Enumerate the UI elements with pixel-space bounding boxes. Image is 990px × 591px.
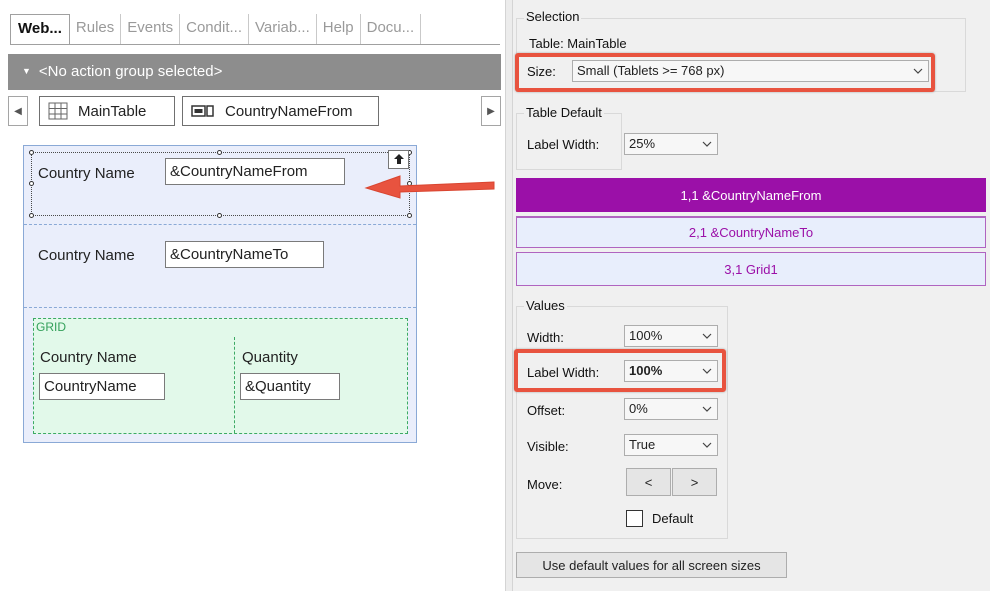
row-separator <box>24 307 416 308</box>
label-width-label: Label Width: <box>527 365 600 380</box>
grid-countryname-field[interactable]: CountryName <box>39 373 165 400</box>
chevron-left-icon: ◀ <box>14 105 22 117</box>
cell-3-1[interactable]: 3,1 Grid1 <box>516 252 986 286</box>
arrow-left-icon <box>364 175 495 199</box>
tab-help[interactable]: Help <box>317 14 361 44</box>
action-group-bar[interactable]: ▼ <No action group selected> <box>8 54 501 90</box>
grid-quantity-field[interactable]: &Quantity <box>240 373 340 400</box>
selection-group-title: Selection <box>524 9 582 24</box>
country-name-to-field[interactable]: &CountryNameTo <box>165 241 324 268</box>
default-checkbox[interactable] <box>626 510 643 527</box>
move-left-button[interactable]: < <box>626 468 671 496</box>
tab-rules[interactable]: Rules <box>70 14 122 44</box>
breadcrumb-label: MainTable <box>78 102 147 120</box>
select-value: 100% <box>629 363 663 378</box>
chevron-down-icon <box>699 333 715 339</box>
table-default-label-width-label: Label Width: <box>527 137 600 152</box>
resize-handle[interactable] <box>217 150 222 155</box>
textbox-icon <box>191 104 215 118</box>
width-label: Width: <box>527 330 564 345</box>
chevron-down-icon <box>699 141 715 147</box>
select-parent-button[interactable] <box>388 150 409 169</box>
size-select-value: Small (Tablets >= 768 px) <box>577 63 725 78</box>
chevron-down-icon <box>910 68 926 74</box>
table-default-title: Table Default <box>524 105 604 120</box>
tab-documentation[interactable]: Docu... <box>361 14 422 44</box>
table-grid-icon <box>48 102 68 120</box>
breadcrumb-next-button[interactable]: ▶ <box>481 96 501 126</box>
visible-label: Visible: <box>527 439 569 454</box>
chevron-down-icon <box>699 406 715 412</box>
tab-web-form[interactable]: Web... <box>10 14 70 44</box>
select-value: 0% <box>629 401 648 416</box>
triangle-down-icon: ▼ <box>22 66 31 76</box>
select-value: 100% <box>629 328 663 343</box>
tab-variables[interactable]: Variab... <box>249 14 317 44</box>
chevron-down-icon <box>699 442 715 448</box>
tab-divider <box>10 44 500 45</box>
country-name-label: Country Name <box>38 165 135 182</box>
use-default-values-button[interactable]: Use default values for all screen sizes <box>516 552 787 578</box>
select-value: True <box>629 437 656 452</box>
country-name-label: Country Name <box>38 247 135 264</box>
selected-table-label: Table: MainTable <box>529 36 627 51</box>
move-label: Move: <box>527 477 563 492</box>
resize-handle[interactable] <box>217 213 222 218</box>
action-group-label: <No action group selected> <box>38 63 223 80</box>
breadcrumb-item-countrynamefrom[interactable]: CountryNameFrom <box>182 96 379 126</box>
resize-handle[interactable] <box>407 213 412 218</box>
tab-strip: Web... Rules Events Condit... Variab... … <box>10 14 422 44</box>
grid-column-separator <box>234 337 235 433</box>
arrow-up-icon <box>393 152 405 168</box>
grid-column-header: Quantity <box>242 349 298 366</box>
cell-2-1[interactable]: 2,1 &CountryNameTo <box>516 216 986 248</box>
grid-title: GRID <box>36 320 66 334</box>
width-select[interactable]: 100% <box>624 325 718 347</box>
pane-splitter[interactable] <box>505 0 513 591</box>
breadcrumb-item-maintable[interactable]: MainTable <box>39 96 175 126</box>
select-value: 25% <box>629 136 656 151</box>
offset-label: Offset: <box>527 403 566 418</box>
row-separator <box>24 224 416 225</box>
tab-conditions[interactable]: Condit... <box>180 14 249 44</box>
label-width-select[interactable]: 100% <box>624 360 718 382</box>
table-default-label-width-select[interactable]: 25% <box>624 133 718 155</box>
offset-select[interactable]: 0% <box>624 398 718 420</box>
breadcrumb-prev-button[interactable]: ◀ <box>8 96 28 126</box>
breadcrumb: ◀ MainTable CountryNameFrom ▶ <box>8 96 501 126</box>
chevron-right-icon: ▶ <box>487 105 495 117</box>
size-select[interactable]: Small (Tablets >= 768 px) <box>572 60 929 82</box>
default-label: Default <box>652 511 694 526</box>
chevron-down-icon <box>699 368 715 374</box>
grid[interactable]: GRID Country Name CountryName Quantity &… <box>33 318 408 434</box>
values-group-title: Values <box>524 298 567 313</box>
visible-select[interactable]: True <box>624 434 718 456</box>
grid-column-header: Country Name <box>40 349 137 366</box>
cell-1-1[interactable]: 1,1 &CountryNameFrom <box>516 178 986 212</box>
tab-events[interactable]: Events <box>121 14 181 44</box>
move-right-button[interactable]: > <box>672 468 717 496</box>
resize-handle[interactable] <box>29 181 34 186</box>
size-label: Size: <box>527 64 556 79</box>
resize-handle[interactable] <box>29 213 34 218</box>
country-name-from-field[interactable]: &CountryNameFrom <box>165 158 345 185</box>
resize-handle[interactable] <box>29 150 34 155</box>
breadcrumb-label: CountryNameFrom <box>225 102 353 120</box>
